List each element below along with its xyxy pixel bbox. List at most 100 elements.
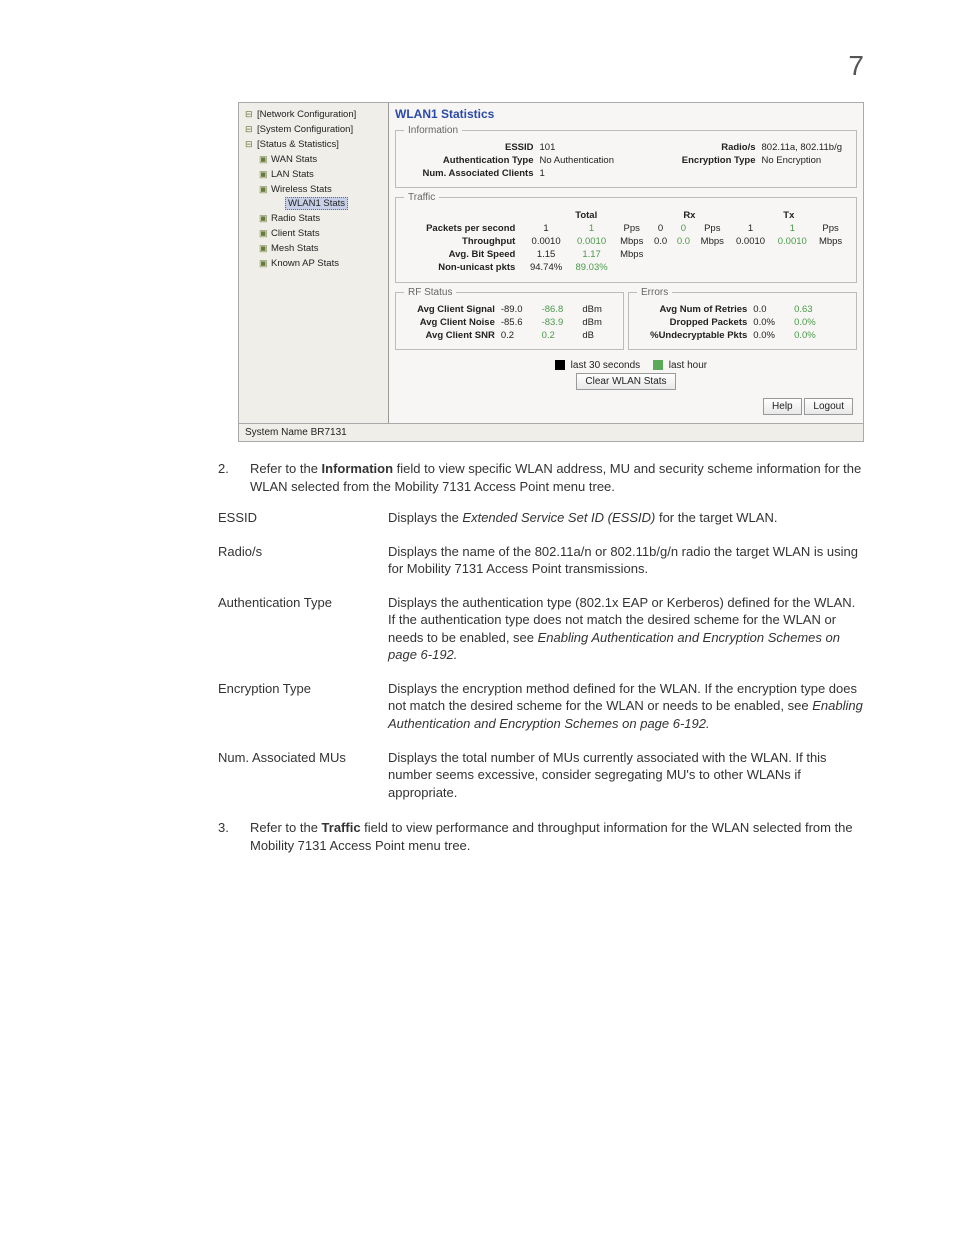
radios-label: Radio/s	[626, 142, 756, 153]
err-value: 0.0	[753, 304, 788, 315]
rf-value: dBm	[582, 304, 615, 315]
tree-item[interactable]: ▣WAN Stats	[241, 152, 386, 167]
step-number: 2.	[218, 460, 238, 495]
tree-item[interactable]: ▣Wireless Stats	[241, 182, 386, 197]
tree-item[interactable]: ▣Client Stats	[241, 226, 386, 241]
tree-label: Mesh Stats	[271, 243, 319, 254]
rf-legend: RF Status	[404, 287, 456, 298]
step-number: 3.	[218, 819, 238, 854]
rf-value: -83.9	[542, 317, 577, 328]
legend-row: last 30 seconds last hour	[395, 354, 857, 373]
tree-label: [Status & Statistics]	[257, 139, 339, 150]
rf-value: -86.8	[542, 304, 577, 315]
err-label: %Undecryptable Pkts	[637, 330, 747, 341]
information-group: Information ESSID 101 Radio/s 802.11a, 8…	[395, 125, 857, 188]
def-desc: Displays the name of the 802.11a/n or 80…	[388, 543, 864, 578]
panel-title: WLAN1 Statistics	[395, 105, 857, 125]
tree-icon: ▣	[259, 182, 271, 196]
legend-green-label: last hour	[669, 360, 707, 371]
rf-label: Avg Client Noise	[404, 317, 495, 328]
def-term: Num. Associated MUs	[218, 749, 388, 802]
rf-value: 0.2	[542, 330, 577, 341]
text: Refer to the	[250, 461, 322, 476]
status-bar: System Name BR7131	[239, 423, 863, 441]
def-desc: Displays the Extended Service Set ID (ES…	[388, 509, 864, 527]
err-label: Avg Num of Retries	[637, 304, 747, 315]
page-number: 7	[0, 0, 954, 102]
tree-label: WAN Stats	[271, 154, 317, 165]
rf-value: -85.6	[501, 317, 536, 328]
def-term: Encryption Type	[218, 680, 388, 733]
errors-group: Errors Avg Num of Retries 0.0 0.63 Dropped …	[628, 287, 857, 350]
essid-value: 101	[540, 142, 614, 153]
logout-button[interactable]: Logout	[804, 398, 853, 415]
errors-legend: Errors	[637, 287, 672, 298]
tree-item[interactable]: ⊟[System Configuration]	[241, 122, 386, 137]
tree-label: LAN Stats	[271, 169, 314, 180]
text-bold: Information	[322, 461, 394, 476]
def-term: ESSID	[218, 509, 388, 527]
tree-icon: ▣	[259, 152, 271, 166]
tree-icon: ⊟	[245, 107, 257, 121]
tree-item[interactable]: ▣Known AP Stats	[241, 256, 386, 271]
legend-black-label: last 30 seconds	[571, 360, 641, 371]
wlan-stats-screenshot: ⊟[Network Configuration]⊟[System Configu…	[238, 102, 864, 442]
rf-value: 0.2	[501, 330, 536, 341]
nav-tree: ⊟[Network Configuration]⊟[System Configu…	[239, 103, 389, 423]
tree-item[interactable]: ▣Radio Stats	[241, 211, 386, 226]
tree-label: WLAN1 Stats	[285, 197, 348, 210]
def-term: Radio/s	[218, 543, 388, 578]
enc-label: Encryption Type	[626, 155, 756, 166]
err-value: 0.0%	[753, 317, 788, 328]
clients-value: 1	[540, 168, 614, 179]
swatch-black-icon	[555, 360, 565, 370]
tree-item[interactable]: ⊟[Status & Statistics]	[241, 137, 386, 152]
traffic-row: Throughput0.00100.0010Mbps0.00.0Mbps0.00…	[404, 235, 848, 248]
tree-label: Client Stats	[271, 228, 320, 239]
err-value: 0.0%	[753, 330, 788, 341]
rf-value: dBm	[582, 317, 615, 328]
tree-item[interactable]: ▣LAN Stats	[241, 167, 386, 182]
step-2: 2. Refer to the Information field to vie…	[218, 460, 864, 495]
def-desc: Displays the total number of MUs current…	[388, 749, 864, 802]
text: Refer to the	[250, 820, 322, 835]
help-button[interactable]: Help	[763, 398, 802, 415]
tree-icon: ⊟	[245, 137, 257, 151]
tree-item[interactable]: WLAN1 Stats	[241, 197, 386, 211]
traffic-row: Packets per second11Pps00Pps11Pps	[404, 222, 848, 235]
swatch-green-icon	[653, 360, 663, 370]
tree-icon: ▣	[259, 256, 271, 270]
def-desc: Displays the encryption method defined f…	[388, 680, 864, 733]
traffic-group: Traffic TotalRxTxPackets per second11Pps…	[395, 192, 857, 283]
tree-label: [System Configuration]	[257, 124, 353, 135]
text-bold: Traffic	[322, 820, 361, 835]
rf-label: Avg Client Signal	[404, 304, 495, 315]
rf-value: dB	[582, 330, 615, 341]
traffic-row: Non-unicast pkts94.74%89.03%	[404, 261, 848, 274]
def-desc: Displays the authentication type (802.1x…	[388, 594, 864, 664]
step-3: 3. Refer to the Traffic field to view pe…	[218, 819, 864, 854]
clients-label: Num. Associated Clients	[404, 168, 534, 179]
tree-item[interactable]: ⊟[Network Configuration]	[241, 107, 386, 122]
tree-icon: ⊟	[245, 122, 257, 136]
tree-label: Known AP Stats	[271, 258, 339, 269]
enc-value: No Encryption	[762, 155, 842, 166]
information-legend: Information	[404, 125, 462, 136]
clear-wlan-stats-button[interactable]: Clear WLAN Stats	[576, 373, 675, 390]
tree-item[interactable]: ▣Mesh Stats	[241, 241, 386, 256]
tree-icon: ▣	[259, 167, 271, 181]
tree-label: Radio Stats	[271, 213, 320, 224]
essid-label: ESSID	[404, 142, 534, 153]
rf-value: -89.0	[501, 304, 536, 315]
auth-label: Authentication Type	[404, 155, 534, 166]
err-label: Dropped Packets	[637, 317, 747, 328]
err-value: 0.63	[794, 304, 829, 315]
rf-label: Avg Client SNR	[404, 330, 495, 341]
tree-label: [Network Configuration]	[257, 109, 356, 120]
err-value: 0.0%	[794, 330, 829, 341]
document-body: 2. Refer to the Information field to vie…	[218, 460, 864, 854]
tree-icon: ▣	[259, 241, 271, 255]
tree-icon: ▣	[259, 211, 271, 225]
tree-label: Wireless Stats	[271, 184, 332, 195]
radios-value: 802.11a, 802.11b/g	[762, 142, 842, 153]
